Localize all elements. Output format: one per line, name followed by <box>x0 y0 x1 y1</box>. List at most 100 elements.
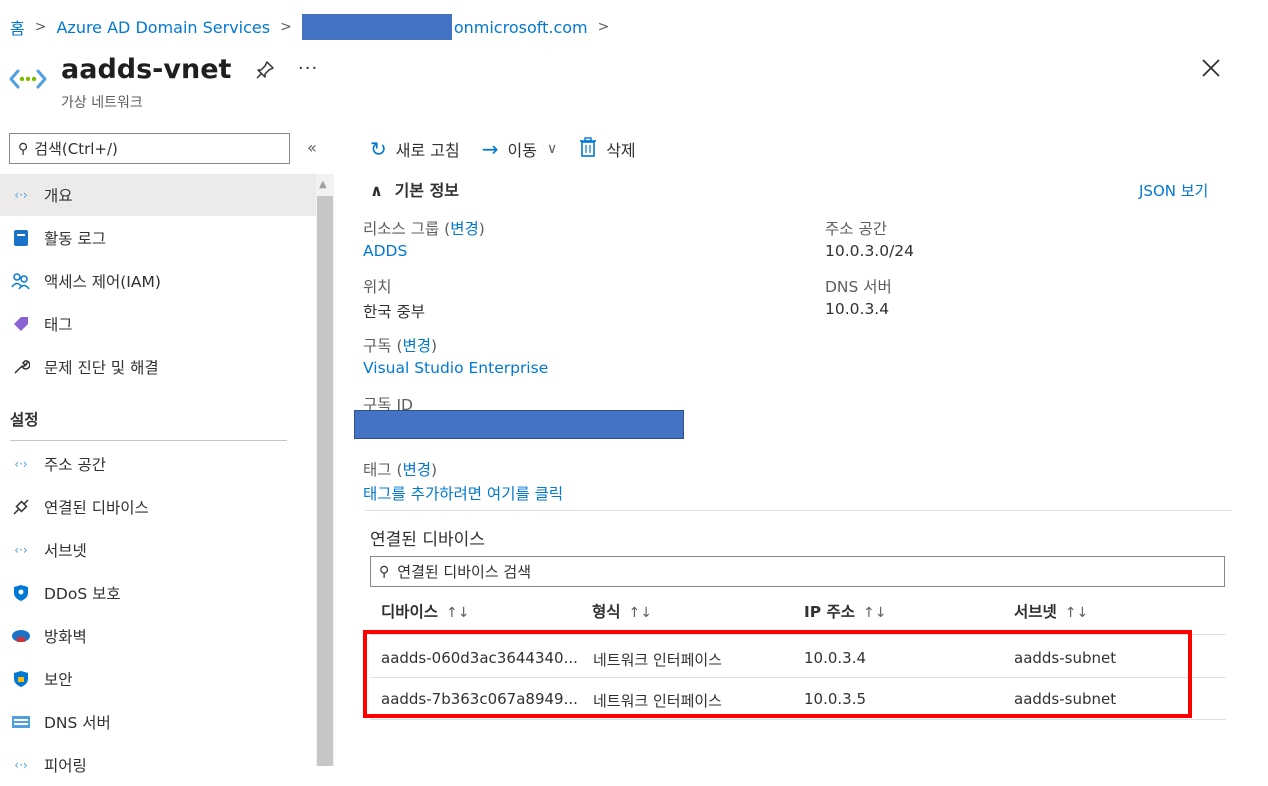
sidebar-item-label: 활동 로그 <box>44 230 106 248</box>
sort-icon: ↑↓ <box>446 605 470 621</box>
sidebar-item-label: 방화벽 <box>44 628 87 646</box>
tags-label-text: 태그 <box>363 461 392 479</box>
sidebar-item-firewall[interactable]: 방화벽 <box>0 615 316 657</box>
chevron-right-icon: > <box>280 19 292 35</box>
breadcrumb: 홈 > Azure AD Domain Services > onmicroso… <box>10 14 619 40</box>
trash-icon <box>579 136 597 162</box>
sidebar-item-peering[interactable]: ‹·› 피어링 <box>0 744 316 786</box>
resource-group-label-text: 리소스 그룹 <box>363 220 440 238</box>
devices-search-input[interactable]: ⚲ 연결된 디바이스 검색 <box>370 556 1225 587</box>
peering-icon: ‹·› <box>14 758 28 772</box>
location-label: 위치 <box>363 278 392 296</box>
column-header-label: 디바이스 <box>381 603 439 621</box>
subscription-value[interactable]: Visual Studio Enterprise <box>363 359 548 377</box>
sidebar-divider <box>10 440 287 441</box>
close-icon[interactable] <box>1199 56 1223 80</box>
chevron-right-icon: > <box>34 19 47 35</box>
breadcrumb-home[interactable]: 홈 <box>10 15 25 39</box>
change-subscription-link[interactable]: 변경 <box>403 337 432 355</box>
collapse-sidebar-button[interactable]: « <box>307 138 317 157</box>
connected-devices-title: 연결된 디바이스 <box>370 530 485 550</box>
page-subtitle: 가상 네트워크 <box>61 95 143 111</box>
sort-icon: ↑↓ <box>628 605 652 621</box>
sidebar-item-ddos[interactable]: DDoS 보호 <box>0 572 316 614</box>
refresh-label: 새로 고침 <box>395 141 460 160</box>
iam-icon <box>10 272 32 290</box>
refresh-button[interactable]: ↻ 새로 고침 <box>370 137 460 161</box>
sidebar-item-tags[interactable]: 태그 <box>0 303 316 345</box>
sidebar-item-iam[interactable]: 액세스 제어(IAM) <box>0 260 316 302</box>
sidebar-item-activity-log[interactable]: 활동 로그 <box>0 217 316 259</box>
sidebar-item-label: 액세스 제어(IAM) <box>44 273 161 291</box>
dns-servers-label: DNS 서버 <box>825 278 892 296</box>
essentials-toggle[interactable]: ∧ 기본 정보 <box>370 177 459 201</box>
tags-label: 태그 (변경) <box>363 461 438 479</box>
vnet-icon <box>9 69 47 89</box>
breadcrumb-tenant[interactable]: onmicrosoft.com <box>454 18 588 37</box>
redacted-tenant <box>301 14 452 40</box>
sidebar-search-placeholder: 검색(Ctrl+/) <box>34 140 118 158</box>
column-header-subnet[interactable]: 서브넷 ↑↓ <box>1014 600 1088 622</box>
sidebar: ‹·› 개요 활동 로그 액세스 제어(IAM) 태그 문제 진단 및 해결 설… <box>0 174 316 775</box>
more-options-button[interactable]: ··· <box>298 58 318 79</box>
column-header-ip[interactable]: IP 주소 ↑↓ <box>804 600 887 622</box>
vnet-icon: ‹·› <box>14 188 28 202</box>
section-divider <box>365 510 1232 511</box>
move-label: 이동 <box>507 141 537 160</box>
sidebar-item-diagnose[interactable]: 문제 진단 및 해결 <box>0 346 316 388</box>
dns-icon <box>10 715 32 729</box>
dns-servers-value: 10.0.3.4 <box>825 300 890 318</box>
sidebar-item-label: 태그 <box>44 316 73 334</box>
sidebar-search-input[interactable]: ⚲ 검색(Ctrl+/) <box>9 133 290 164</box>
arrow-right-icon: → <box>481 137 499 161</box>
location-value: 한국 중부 <box>363 303 425 321</box>
delete-label: 삭제 <box>606 141 636 160</box>
redacted-subscription-id <box>354 410 684 439</box>
sidebar-item-connected-devices[interactable]: 연결된 디바이스 <box>0 486 316 528</box>
sidebar-item-security[interactable]: 보안 <box>0 658 316 700</box>
scroll-up-icon[interactable]: ▲ <box>319 179 327 190</box>
subscription-label: 구독 (변경) <box>363 337 438 355</box>
json-view-link[interactable]: JSON 보기 <box>1139 180 1208 201</box>
firewall-icon <box>10 628 32 644</box>
column-header-type[interactable]: 형식 ↑↓ <box>592 600 652 622</box>
move-button[interactable]: → 이동 ∨ <box>482 137 557 161</box>
resource-group-value[interactable]: ADDS <box>363 242 407 260</box>
security-icon <box>10 670 32 688</box>
resource-group-label: 리소스 그룹 (변경) <box>363 220 485 238</box>
sidebar-item-label: 주소 공간 <box>44 456 106 474</box>
tag-icon <box>10 315 32 333</box>
shield-icon <box>10 584 32 602</box>
breadcrumb-aadds[interactable]: Azure AD Domain Services <box>56 18 270 37</box>
essentials-heading: 기본 정보 <box>394 181 460 200</box>
vnet-icon: ‹·› <box>14 457 28 471</box>
address-space-label: 주소 공간 <box>825 220 887 238</box>
sidebar-item-label: 피어링 <box>44 757 87 775</box>
table-row-divider <box>370 719 1226 720</box>
add-tags-link[interactable]: 태그를 추가하려면 여기를 클릭 <box>363 482 563 504</box>
column-header-label: IP 주소 <box>804 603 856 621</box>
chevron-down-icon: ∨ <box>546 141 558 157</box>
refresh-icon: ↻ <box>370 137 387 161</box>
sidebar-item-overview[interactable]: ‹·› 개요 <box>0 174 316 216</box>
sidebar-item-address-space[interactable]: ‹·› 주소 공간 <box>0 443 316 485</box>
change-tags-link[interactable]: 변경 <box>403 461 432 479</box>
sidebar-section-settings: 설정 <box>10 411 39 429</box>
pin-icon[interactable] <box>255 60 275 82</box>
command-bar: ↻ 새로 고침 → 이동 ∨ 삭제 <box>370 134 658 164</box>
chevron-up-icon: ∧ <box>370 181 383 200</box>
scrollbar-thumb[interactable] <box>317 196 333 766</box>
plug-icon <box>10 498 32 516</box>
column-header-device[interactable]: 디바이스 ↑↓ <box>381 600 470 622</box>
sidebar-scrollbar[interactable]: ▲ <box>316 174 334 766</box>
sidebar-item-label: 보안 <box>44 671 73 689</box>
sort-icon: ↑↓ <box>1064 605 1089 621</box>
search-icon: ⚲ <box>18 140 29 157</box>
sidebar-item-dns-servers[interactable]: DNS 서버 <box>0 701 316 743</box>
delete-button[interactable]: 삭제 <box>579 136 636 162</box>
sidebar-item-subnets[interactable]: ‹·› 서브넷 <box>0 529 316 571</box>
address-space-value: 10.0.3.0/24 <box>825 242 915 260</box>
change-resource-group-link[interactable]: 변경 <box>450 220 479 238</box>
activity-log-icon <box>10 229 32 247</box>
sort-icon: ↑↓ <box>863 605 887 621</box>
